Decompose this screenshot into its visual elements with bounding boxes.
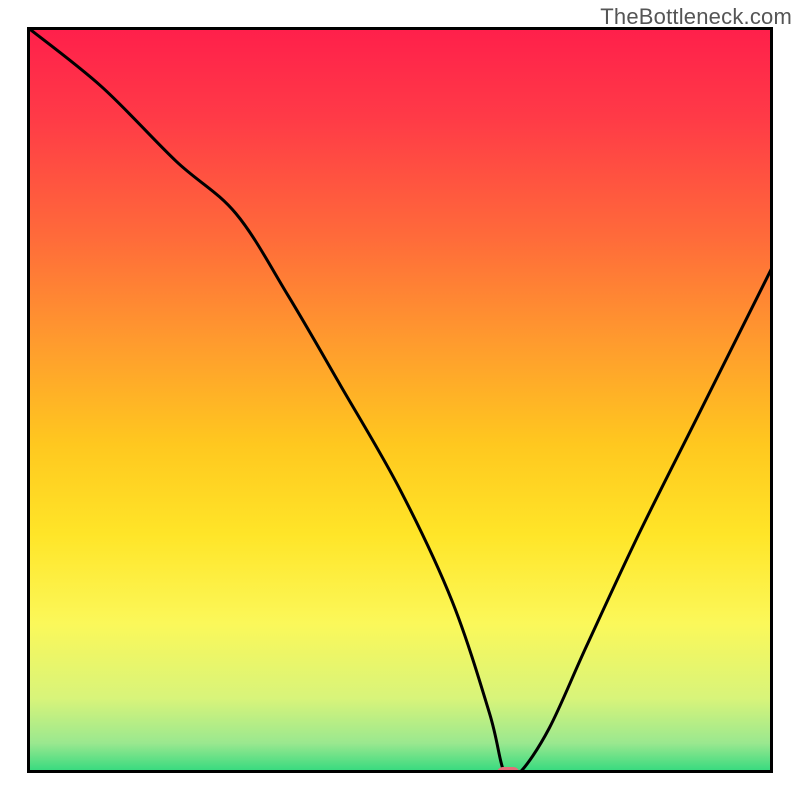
optimal-marker [27,27,773,773]
watermark-text: TheBottleneck.com [600,4,792,30]
plot-area [27,27,773,773]
chart-stage: TheBottleneck.com [0,0,800,800]
